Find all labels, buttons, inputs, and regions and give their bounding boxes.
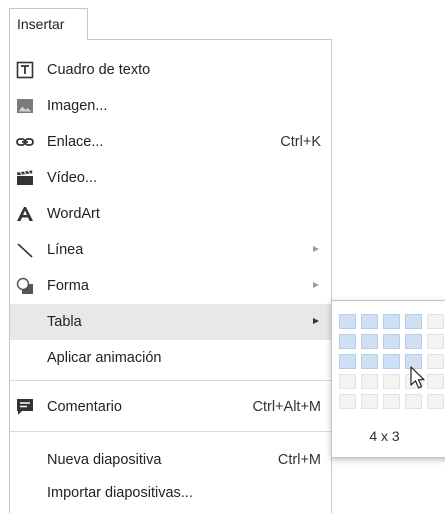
table-grid-cell[interactable] (361, 354, 378, 369)
menu-item-wordart[interactable]: WordArt (10, 196, 331, 232)
shortcut-label: Ctrl+Alt+M (252, 399, 322, 415)
table-grid-cell[interactable] (361, 394, 378, 409)
menu-item-text-box[interactable]: Cuadro de texto (10, 52, 331, 88)
menu-separator (10, 431, 331, 432)
text-box-icon (16, 61, 34, 79)
table-grid-cell[interactable] (361, 374, 378, 389)
table-grid-cell[interactable] (339, 354, 356, 369)
menu-item-label: Cuadro de texto (47, 62, 151, 78)
shortcut-label: Ctrl+K (280, 134, 321, 150)
menu-item-label: Nueva diapositiva (47, 452, 162, 468)
menu-item-label: Enlace... (47, 134, 104, 150)
table-grid-cell[interactable] (383, 374, 400, 389)
table-grid-cell[interactable] (405, 334, 422, 349)
line-icon (16, 241, 34, 259)
table-grid-cell[interactable] (405, 314, 422, 329)
table-grid-cell[interactable] (339, 314, 356, 329)
submenu-arrow-icon (313, 246, 319, 252)
link-icon (16, 133, 34, 151)
shortcut-label: Ctrl+M (277, 452, 321, 468)
menu-item-shape[interactable]: Forma (10, 268, 331, 304)
submenu-arrow-icon (313, 318, 319, 324)
mouse-pointer-icon (410, 366, 426, 395)
menu-item-label: Vídeo... (47, 170, 97, 186)
menu-separator (10, 380, 331, 381)
table-grid-cell[interactable] (383, 314, 400, 329)
menu-item-label: Comentario (47, 399, 122, 415)
comment-icon (16, 398, 34, 416)
table-grid-cell[interactable] (383, 394, 400, 409)
menu-item-label: Forma (47, 278, 89, 294)
menu-item-label: WordArt (47, 206, 100, 222)
table-grid-cell[interactable] (361, 334, 378, 349)
image-icon (16, 97, 34, 115)
table-grid-cell[interactable] (427, 314, 444, 329)
menu-item-label: Aplicar animación (47, 350, 162, 366)
table-grid-cell[interactable] (427, 354, 444, 369)
table-grid-cell[interactable] (339, 374, 356, 389)
menu-item-image[interactable]: Imagen... (10, 88, 331, 124)
menu-item-label: Importar diapositivas... (47, 485, 193, 501)
menu-item-apply-animation[interactable]: Aplicar animación (10, 340, 331, 376)
menu-item-comment[interactable]: Comentario Ctrl+Alt+M (10, 389, 331, 425)
menu-item-table[interactable]: Tabla (10, 304, 331, 340)
menu-item-link[interactable]: Enlace... Ctrl+K (10, 124, 331, 160)
table-size-label: 4 x 3 (369, 428, 400, 444)
table-grid-cell[interactable] (383, 354, 400, 369)
menu-item-video[interactable]: Vídeo... (10, 160, 331, 196)
insert-dropdown-menu: Cuadro de texto Imagen... Enlace... Ctrl… (9, 39, 332, 513)
table-grid-cell[interactable] (427, 394, 444, 409)
insert-menu-tab[interactable]: Insertar (9, 8, 88, 40)
menu-item-label: Línea (47, 242, 84, 258)
menu-item-import-slides[interactable]: Importar diapositivas... (10, 475, 331, 511)
menu-item-line[interactable]: Línea (10, 232, 331, 268)
table-grid-cell[interactable] (339, 394, 356, 409)
wordart-icon (16, 205, 34, 223)
table-grid-cell[interactable] (427, 374, 444, 389)
menu-item-new-slide[interactable]: Nueva diapositiva Ctrl+M (10, 442, 331, 478)
shape-icon (16, 277, 34, 295)
table-grid-cell[interactable] (383, 334, 400, 349)
table-grid-cell[interactable] (427, 334, 444, 349)
menu-item-label: Imagen... (47, 98, 108, 114)
table-grid-cell[interactable] (405, 394, 422, 409)
table-grid-cell[interactable] (339, 334, 356, 349)
table-size-picker: 4 x 3 (331, 300, 445, 458)
menu-item-label: Tabla (47, 314, 82, 330)
submenu-arrow-icon (313, 282, 319, 288)
video-icon (16, 169, 34, 187)
table-grid-cell[interactable] (361, 314, 378, 329)
